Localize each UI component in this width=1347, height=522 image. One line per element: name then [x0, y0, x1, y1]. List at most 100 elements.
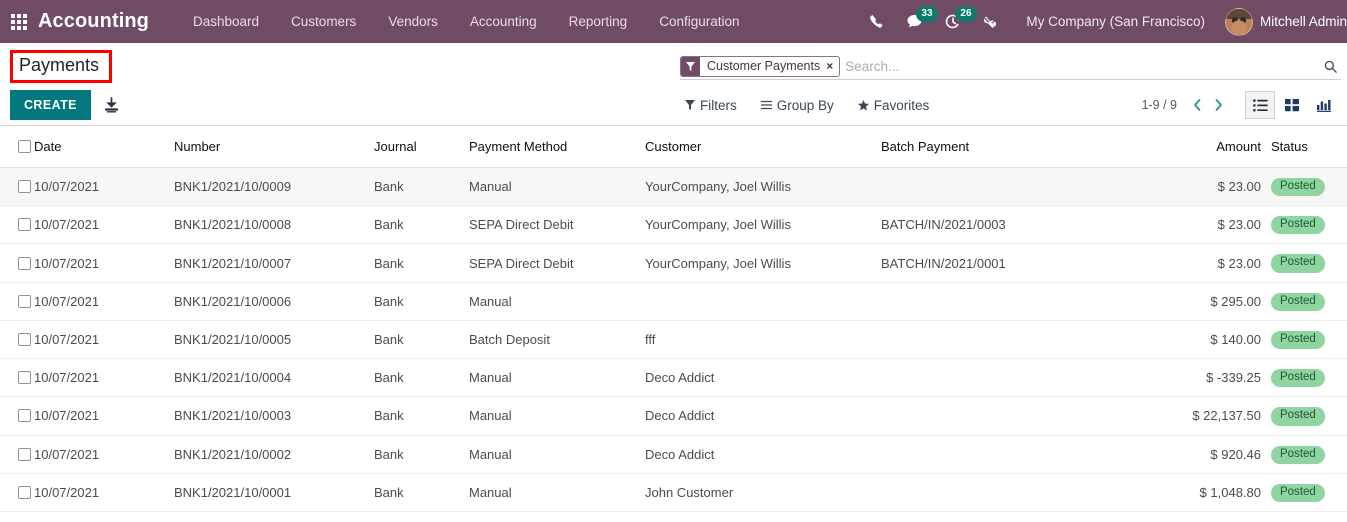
cell-number: BNK1/2021/10/0003 — [174, 396, 374, 436]
row-checkbox[interactable] — [18, 180, 31, 194]
apps-grid-icon[interactable] — [0, 0, 38, 43]
table-row[interactable]: 10/07/2021 BNK1/2021/10/0004 Bank Manual Dec… — [0, 358, 1347, 398]
menu-item-accounting[interactable]: Accounting — [454, 0, 553, 43]
select-all-checkbox[interactable] — [18, 140, 31, 153]
cell-status: Posted — [1271, 396, 1347, 436]
cell-journal: Bank — [374, 243, 469, 283]
cell-batch-payment: BATCH/IN/2021/0001 — [881, 243, 1151, 283]
cell-amount: $ 140.00 — [1151, 320, 1271, 360]
user-menu[interactable]: Mitchell Admin — [1219, 7, 1347, 36]
cell-batch-payment — [881, 320, 1151, 360]
table-footer: 24,271.51 — [0, 511, 1347, 522]
menu-item-reporting[interactable]: Reporting — [553, 0, 644, 43]
graph-view-icon[interactable] — [1309, 91, 1339, 119]
control-panel: Payments Customer Payments × CREATE — [0, 43, 1347, 126]
cell-number: BNK1/2021/10/0001 — [174, 473, 374, 512]
row-checkbox[interactable] — [18, 332, 31, 346]
row-checkbox-cell — [0, 282, 34, 321]
favorites-button[interactable]: Favorites — [857, 98, 929, 113]
cell-amount: $ 1,048.80 — [1151, 473, 1271, 512]
cell-customer: YourCompany, Joel Willis — [645, 243, 881, 283]
wrench-icon[interactable] — [972, 0, 1010, 43]
top-navbar: Accounting Dashboard Customers Vendors A… — [0, 0, 1347, 43]
cell-status: Posted — [1271, 282, 1347, 321]
chevron-left-icon[interactable] — [1187, 98, 1208, 112]
facet-label: Customer Payments — [707, 59, 821, 73]
phone-icon[interactable] — [858, 0, 895, 43]
table-row[interactable]: 10/07/2021 BNK1/2021/10/0008 Bank SEPA Dire… — [0, 205, 1347, 245]
group-by-label: Group By — [776, 97, 834, 113]
cell-journal: Bank — [374, 396, 469, 436]
cell-number: BNK1/2021/10/0008 — [174, 205, 374, 245]
row-checkbox-cell — [0, 473, 34, 512]
cell-amount: $ 295.00 — [1151, 282, 1271, 321]
cell-date: 10/07/2021 — [34, 435, 174, 474]
column-header-date[interactable]: Date — [34, 126, 174, 168]
cell-customer: Deco Addict — [645, 358, 881, 398]
table-row[interactable]: 10/07/2021 BNK1/2021/10/0002 Bank Manual Dec… — [0, 435, 1347, 474]
column-header-customer[interactable]: Customer — [645, 126, 881, 168]
search-input[interactable] — [845, 55, 1318, 77]
table-row[interactable]: 10/07/2021 BNK1/2021/10/0006 Bank Manual $ 2… — [0, 282, 1347, 321]
search-icon[interactable] — [1318, 60, 1341, 73]
cell-batch-payment — [881, 473, 1151, 512]
table-row[interactable]: 10/07/2021 BNK1/2021/10/0007 Bank SEPA Dire… — [0, 243, 1347, 283]
row-checkbox[interactable] — [18, 371, 31, 385]
cell-status: Posted — [1271, 358, 1347, 398]
menu-item-configuration[interactable]: Configuration — [643, 0, 755, 43]
clock-activity-icon[interactable]: 26 — [934, 0, 977, 43]
kanban-view-icon[interactable] — [1277, 91, 1307, 119]
chat-bubble-icon[interactable]: 33 — [895, 0, 938, 43]
cell-batch-payment — [881, 167, 1151, 207]
company-switcher[interactable]: My Company (San Francisco) — [1010, 14, 1219, 29]
menu-item-vendors[interactable]: Vendors — [372, 0, 454, 43]
cell-customer — [645, 282, 881, 321]
row-checkbox[interactable] — [18, 218, 31, 232]
chevron-right-icon[interactable] — [1208, 98, 1229, 112]
column-header-payment-method[interactable]: Payment Method — [469, 126, 645, 168]
cell-amount: $ 23.00 — [1151, 205, 1271, 245]
app-brand[interactable]: Accounting — [38, 10, 149, 33]
menu-item-customers[interactable]: Customers — [275, 0, 372, 43]
row-checkbox[interactable] — [18, 256, 31, 270]
column-header-status[interactable]: Status — [1271, 126, 1347, 168]
table-row[interactable]: 10/07/2021 BNK1/2021/10/0009 Bank Manual You… — [0, 167, 1347, 207]
column-header-amount[interactable]: Amount — [1151, 126, 1271, 168]
row-checkbox-cell — [0, 167, 34, 207]
menu-item-dashboard[interactable]: Dashboard — [177, 0, 275, 43]
column-header-journal[interactable]: Journal — [374, 126, 469, 168]
payments-table: Date Number Journal Payment Method Custo… — [0, 126, 1347, 522]
import-icon[interactable] — [103, 96, 120, 114]
row-checkbox[interactable] — [18, 447, 31, 461]
navbar-right: 33 26 My Company (San Francisco) Mitchel… — [858, 0, 1347, 43]
cell-payment-method: Manual — [469, 435, 645, 474]
column-header-batch-payment[interactable]: Batch Payment — [881, 126, 1151, 168]
total-spacer-8 — [1271, 511, 1347, 522]
create-button[interactable]: CREATE — [10, 90, 91, 120]
cell-payment-method: Manual — [469, 358, 645, 398]
group-by-button[interactable]: Group By — [760, 97, 834, 113]
filters-button[interactable]: Filters — [685, 98, 737, 113]
row-checkbox[interactable] — [18, 409, 31, 423]
status-badge: Posted — [1271, 483, 1325, 502]
list-view-icon[interactable] — [1245, 91, 1275, 119]
cell-date: 10/07/2021 — [34, 320, 174, 360]
table-row[interactable]: 10/07/2021 BNK1/2021/10/0001 Bank Manual Joh… — [0, 473, 1347, 512]
search-facet-customer-payments[interactable]: Customer Payments × — [680, 55, 841, 77]
cell-amount: $ 23.00 — [1151, 243, 1271, 283]
cell-journal: Bank — [374, 167, 469, 207]
column-header-number[interactable]: Number — [174, 126, 374, 168]
row-checkbox[interactable] — [18, 294, 31, 308]
pager-and-views: 1-9 / 9 — [1142, 85, 1339, 125]
table-row[interactable]: 10/07/2021 BNK1/2021/10/0003 Bank Manual Dec… — [0, 396, 1347, 436]
table-header-row: Date Number Journal Payment Method Custo… — [0, 126, 1347, 168]
row-checkbox[interactable] — [18, 485, 31, 499]
total-amount: 24,271.51 — [1151, 511, 1271, 522]
total-spacer-7 — [881, 511, 1151, 522]
facet-remove-icon[interactable]: × — [826, 57, 839, 76]
pager-counter: 1-9 / 9 — [1141, 98, 1177, 112]
status-badge: Posted — [1271, 445, 1325, 464]
table-row[interactable]: 10/07/2021 BNK1/2021/10/0005 Bank Batch Dep… — [0, 320, 1347, 360]
cell-date: 10/07/2021 — [34, 205, 174, 245]
total-spacer-1 — [0, 511, 34, 522]
